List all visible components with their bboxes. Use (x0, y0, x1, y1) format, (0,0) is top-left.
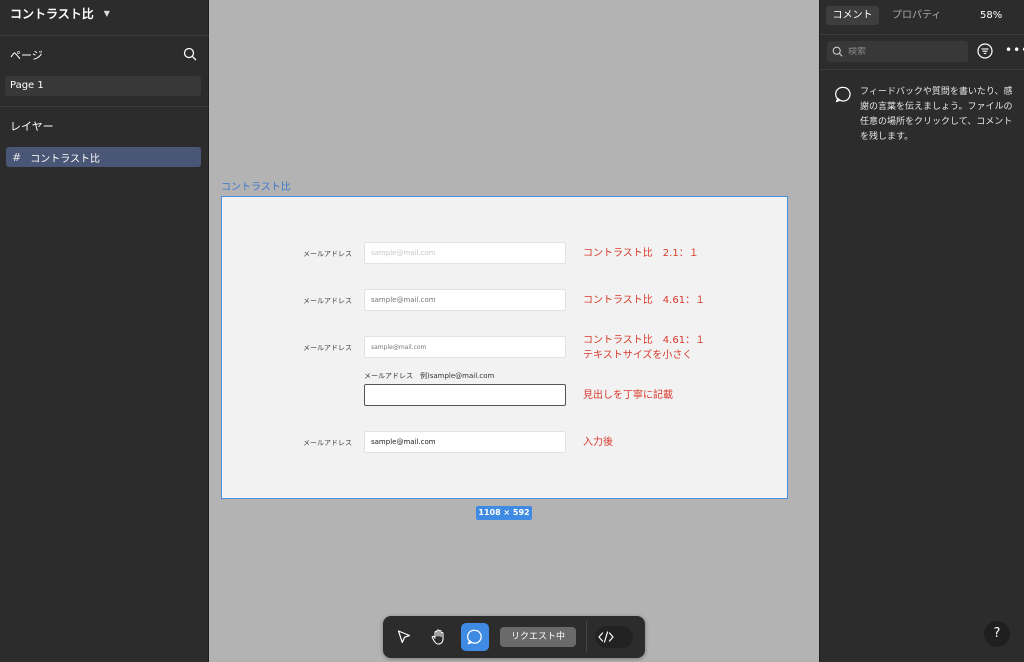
row2-placeholder: sample@mail.com (371, 296, 436, 304)
row1-placeholder: sample@mail.com (371, 249, 436, 257)
size-badge: 1108 × 592 (476, 506, 532, 520)
row4-field[interactable] (364, 384, 566, 406)
bottom-toolbar: リクエスト中 (383, 616, 645, 658)
file-title-menu[interactable]: コントラスト比 ▼ (10, 5, 110, 22)
row3-annotation: コントラスト比 4.61：１ テキストサイズを小さく (583, 333, 705, 363)
row2-field[interactable]: sample@mail.com (364, 289, 566, 311)
tab-comment[interactable]: コメント (826, 6, 879, 25)
frame-hash-icon: # (12, 150, 22, 164)
row3-label: メールアドレス (303, 344, 352, 352)
divider (586, 621, 587, 653)
search-icon (832, 46, 843, 57)
pages-section-label: ページ (10, 49, 43, 62)
frame[interactable]: メールアドレス sample@mail.com コントラスト比 2.1：１ メー… (221, 196, 788, 499)
divider (0, 106, 209, 107)
row4-label-above: メールアドレス 例)sample@mail.com (364, 372, 495, 380)
comment-bubble-icon (835, 86, 851, 103)
row3-annotation-line1: コントラスト比 4.61：１ (583, 335, 706, 346)
row4-annotation: 見出しを丁寧に記載 (583, 390, 673, 401)
tab-properties[interactable]: プロパティ (892, 6, 941, 25)
zoom-level[interactable]: 58% (980, 6, 1002, 25)
move-tool[interactable] (390, 623, 418, 651)
row3-annotation-line2: テキストサイズを小さく (583, 350, 693, 361)
row5-value: sample@mail.com (371, 438, 436, 446)
layer-item-label: コントラスト比 (30, 153, 101, 165)
row3-placeholder: sample@mail.com (371, 343, 427, 351)
row5-field[interactable]: sample@mail.com (364, 431, 566, 453)
row5-annotation: 入力後 (583, 437, 613, 448)
layer-item-frame[interactable]: # コントラスト比 (6, 147, 201, 167)
dev-mode-toggle[interactable] (595, 626, 633, 648)
more-icon[interactable]: ••• (1005, 44, 1024, 56)
row1-label: メールアドレス (303, 250, 352, 258)
comment-bubble-icon (467, 629, 482, 645)
filter-icon[interactable] (977, 43, 993, 59)
layers-section-label: レイヤー (10, 120, 54, 133)
request-status-button[interactable]: リクエスト中 (500, 627, 576, 647)
row1-field[interactable]: sample@mail.com (364, 242, 566, 264)
frame-label[interactable]: コントラスト比 (221, 178, 291, 193)
row1-annotation: コントラスト比 2.1：１ (583, 248, 699, 259)
divider (0, 35, 209, 36)
chevron-down-icon: ▼ (103, 9, 110, 18)
left-sidebar: コントラスト比 ▼ ページ Page 1 レイヤー # コントラスト比 (0, 0, 209, 662)
pointer-icon (397, 630, 411, 644)
right-panel: コメント プロパティ 58% ••• フィードバックや質問を書いたり、感謝の言葉… (819, 0, 1024, 662)
page-item-page-1[interactable]: Page 1 (5, 76, 201, 96)
divider (820, 34, 1024, 35)
search-input[interactable] (848, 46, 958, 57)
row3-field[interactable]: sample@mail.com (364, 336, 566, 358)
hand-icon (431, 629, 444, 645)
comment-tool[interactable] (461, 623, 489, 651)
help-icon[interactable]: ? (984, 621, 1010, 647)
divider (820, 69, 1024, 70)
comment-hint: フィードバックや質問を書いたり、感謝の言葉を伝えましょう。ファイルの任意の場所を… (860, 87, 1013, 142)
row5-label: メールアドレス (303, 439, 352, 447)
search-icon[interactable] (183, 47, 197, 61)
row2-label: メールアドレス (303, 297, 352, 305)
row2-annotation: コントラスト比 4.61：１ (583, 295, 706, 306)
hand-tool[interactable] (425, 623, 453, 651)
code-icon (595, 626, 617, 648)
file-title: コントラスト比 (10, 7, 94, 21)
comment-search[interactable] (827, 41, 968, 62)
